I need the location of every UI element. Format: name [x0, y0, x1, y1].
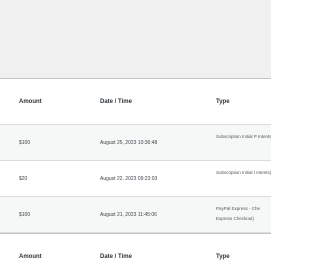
cell-date-time: August 22, 2023 09:23:03 — [100, 176, 158, 182]
cell-date-time: August 21, 2023 11:45:06 — [100, 212, 157, 218]
table-row[interactable]: $100 August 25, 2023 10:36:48 Subscripti… — [0, 125, 271, 161]
column-footer-amount[interactable]: Amount — [19, 234, 89, 271]
payments-page: Amount Date / Time Type $100 August 25, … — [0, 0, 271, 271]
column-footer-type[interactable]: Type — [216, 234, 271, 271]
page-header-band — [0, 0, 271, 78]
cell-date-time: August 25, 2023 10:36:48 — [100, 140, 158, 146]
table-footer-row: Amount Date / Time Type — [0, 233, 271, 271]
column-header-type[interactable]: Type — [216, 79, 271, 125]
cell-type: Subscription Initial I Intents) — [216, 170, 271, 175]
payments-table: Amount Date / Time Type $100 August 25, … — [0, 78, 271, 271]
table-row[interactable]: $100 August 21, 2023 11:45:06 PayPal Exp… — [0, 197, 271, 233]
column-header-date-time[interactable]: Date / Time — [100, 79, 210, 125]
cell-type: PayPal Express - Che Express Checkout) — [216, 206, 261, 221]
table-row[interactable]: $20 August 22, 2023 09:23:03 Subscriptio… — [0, 161, 271, 197]
table-header-row: Amount Date / Time Type — [0, 79, 271, 125]
column-footer-date-time[interactable]: Date / Time — [100, 234, 210, 271]
column-header-amount[interactable]: Amount — [19, 79, 89, 125]
cell-amount: $100 — [19, 140, 31, 146]
cell-type: Subscription Initial P Intents) — [216, 134, 271, 139]
cell-amount: $20 — [19, 176, 28, 182]
cell-amount: $100 — [19, 212, 31, 218]
